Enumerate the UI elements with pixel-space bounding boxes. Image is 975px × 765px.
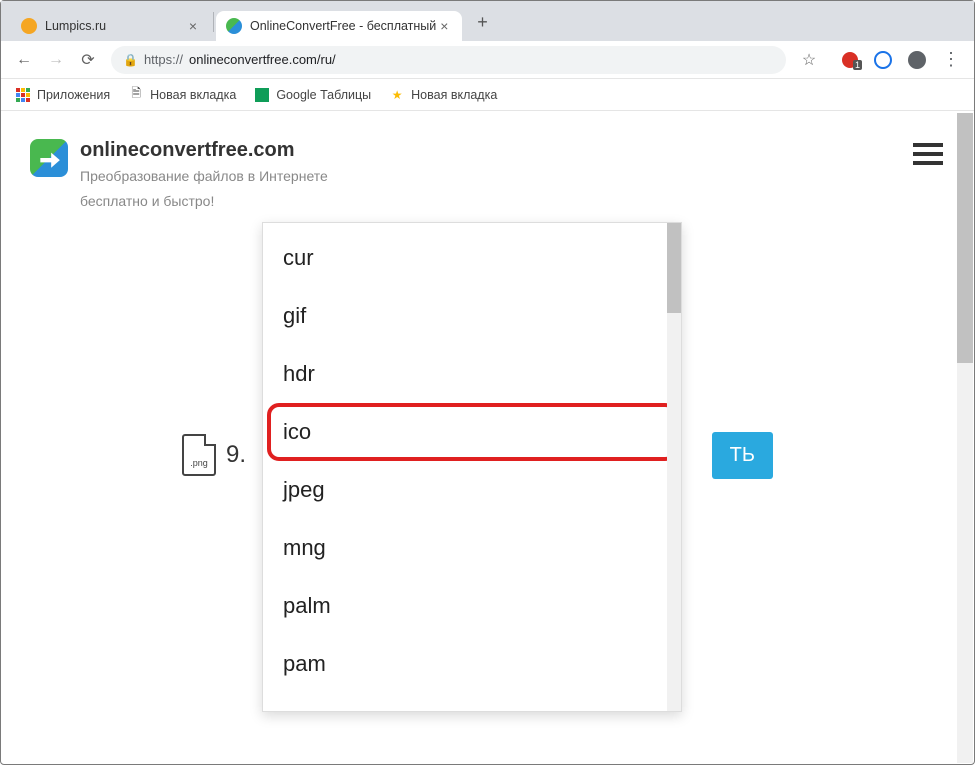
file-type-icon: .png [182, 434, 216, 476]
format-option-gif[interactable]: gif [263, 287, 681, 345]
bookmark-label: Новая вкладка [150, 88, 236, 102]
page-icon: 🗎 [128, 87, 144, 103]
tab-title: Lumpics.ru [45, 19, 106, 33]
arrow-icon [36, 145, 62, 171]
translate-icon[interactable] [874, 51, 892, 69]
site-title: onlineconvertfree.com [80, 139, 328, 162]
dropdown-scrollbar-track[interactable] [667, 223, 681, 711]
favicon-icon [21, 18, 37, 34]
url-scheme: https:// [144, 52, 183, 67]
tab-separator [213, 12, 214, 32]
forward-button[interactable]: → [47, 51, 65, 69]
star-icon: ★ [389, 87, 405, 103]
extension-icon[interactable] [842, 52, 858, 68]
site-subtitle-line-2: бесплатно и быстро! [80, 191, 328, 212]
format-option-hdr[interactable]: hdr [263, 345, 681, 403]
hamburger-menu-button[interactable] [913, 143, 943, 165]
bookmark-label: Приложения [37, 88, 110, 102]
format-dropdown: curgifhdricojpegmngpalmpam [262, 222, 682, 712]
close-icon[interactable]: × [436, 18, 452, 34]
format-option-pam[interactable]: pam [263, 635, 681, 693]
file-number: 9. [226, 441, 246, 469]
page-scrollbar-track[interactable] [957, 113, 973, 763]
bookmark-label: Google Таблицы [276, 88, 371, 102]
tab-title: OnlineConvertFree - бесплатный [250, 19, 436, 33]
format-option-ico[interactable]: ico [271, 407, 673, 457]
bookmark-apps[interactable]: Приложения [15, 87, 110, 103]
browser-menu-button[interactable]: ⋮ [942, 49, 960, 70]
close-icon[interactable]: × [185, 18, 201, 34]
back-button[interactable]: ← [15, 51, 33, 69]
profile-avatar[interactable] [908, 51, 926, 69]
bookmark-google-sheets[interactable]: Google Таблицы [254, 87, 371, 103]
page-scrollbar-thumb[interactable] [957, 113, 973, 363]
format-option-cur[interactable]: cur [263, 229, 681, 287]
site-logo [30, 139, 68, 177]
site-subtitle-line-1: Преобразование файлов в Интернете [80, 166, 328, 187]
url-input[interactable]: 🔒 https:// onlineconvertfree.com/ru/ [111, 46, 786, 74]
convert-button[interactable]: ТЬ [712, 432, 773, 479]
new-tab-button[interactable]: + [468, 8, 496, 36]
bookmark-newtab-2[interactable]: ★ Новая вкладка [389, 87, 497, 103]
format-option-palm[interactable]: palm [263, 577, 681, 635]
bookmark-newtab-1[interactable]: 🗎 Новая вкладка [128, 87, 236, 103]
site-header: onlineconvertfree.com Преобразование фай… [2, 113, 973, 222]
browser-tabbar: Lumpics.ru × OnlineConvertFree - бесплат… [1, 1, 974, 41]
apps-grid-icon [15, 87, 31, 103]
lock-icon: 🔒 [123, 53, 138, 67]
format-option-mng[interactable]: mng [263, 519, 681, 577]
sheets-icon [254, 87, 270, 103]
tab-lumpics[interactable]: Lumpics.ru × [11, 11, 211, 41]
dropdown-scrollbar-thumb[interactable] [667, 223, 681, 313]
reload-button[interactable]: ⟳ [79, 50, 97, 70]
favicon-icon [226, 18, 242, 34]
tab-onlineconvertfree[interactable]: OnlineConvertFree - бесплатный × [216, 11, 462, 41]
bookmark-star-icon[interactable]: ☆ [800, 50, 818, 70]
page-viewport: onlineconvertfree.com Преобразование фай… [2, 113, 973, 763]
bookmark-label: Новая вкладка [411, 88, 497, 102]
file-extension-label: .png [190, 458, 208, 468]
bookmarks-bar: Приложения 🗎 Новая вкладка Google Таблиц… [1, 79, 974, 111]
format-option-jpeg[interactable]: jpeg [263, 461, 681, 519]
address-bar: ← → ⟳ 🔒 https:// onlineconvertfree.com/ru… [1, 41, 974, 79]
url-host-path: onlineconvertfree.com/ru/ [189, 52, 336, 67]
